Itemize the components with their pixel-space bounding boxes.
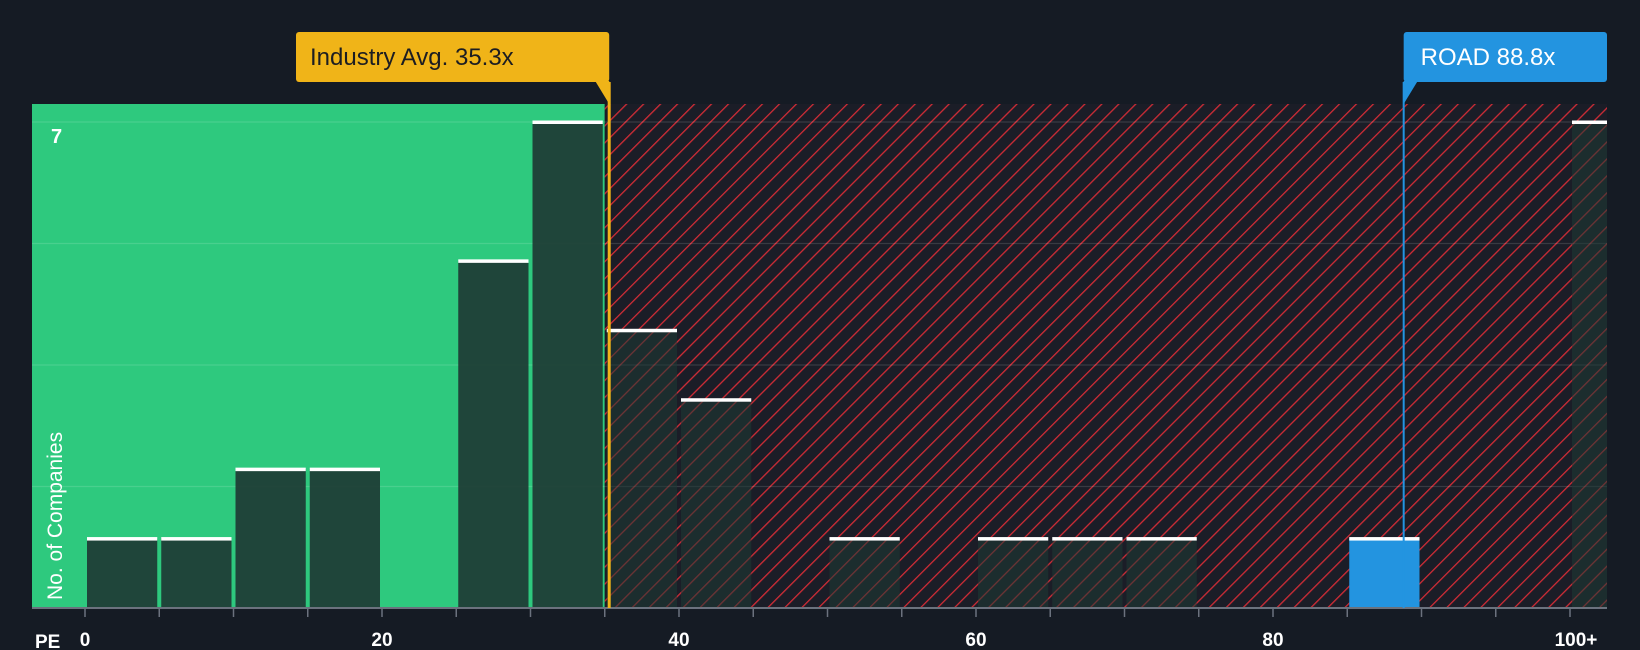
histogram-bar	[1349, 538, 1420, 608]
bar-cap	[309, 467, 380, 472]
histogram-bar	[978, 538, 1049, 608]
pe-distribution-chart: 7 0 20 40 60 80 100+ Industry Avg. 35.3x ROAD 8…	[32, 32, 1607, 650]
bar-cap	[606, 328, 677, 333]
bar-cap	[161, 537, 232, 541]
bar-cap	[1349, 537, 1420, 541]
x-tick-label: 0	[80, 630, 91, 650]
industry-avg-pointer	[595, 81, 610, 104]
x-tick-label: 20	[371, 630, 392, 650]
histogram-bar	[1052, 538, 1123, 608]
expensive-zone	[604, 104, 1607, 608]
bar-cap	[235, 467, 306, 472]
histogram-bar	[681, 399, 752, 608]
histogram-bar	[829, 538, 900, 608]
y-axis-label: No. of Companies	[44, 432, 67, 600]
bar-cap	[87, 537, 158, 541]
histogram-bar	[309, 469, 380, 608]
company-pe-pointer	[1403, 81, 1418, 104]
histogram-bar	[532, 122, 603, 608]
x-tick-label: 100+	[1555, 630, 1598, 650]
bar-cap	[1572, 120, 1607, 124]
bar-cap	[1052, 537, 1123, 541]
x-tick-label: 80	[1262, 630, 1283, 650]
x-tick-label: 40	[668, 630, 689, 650]
histogram-bar	[161, 538, 232, 608]
histogram-bar	[606, 330, 677, 608]
industry-avg-label: Industry Avg. 35.3x	[310, 44, 514, 71]
histogram-bar	[235, 469, 306, 608]
bar-cap	[532, 120, 603, 124]
company-pe-label: ROAD 88.8x	[1421, 44, 1556, 71]
bar-cap	[978, 537, 1049, 541]
bar-cap	[829, 537, 900, 541]
y-tick-label: 7	[51, 126, 62, 148]
histogram-bar	[87, 538, 158, 608]
x-axis-label: PE	[35, 632, 60, 650]
bar-cap	[458, 259, 529, 263]
bar-cap	[1126, 537, 1197, 541]
bar-cap	[681, 398, 752, 402]
histogram-bar	[1126, 538, 1197, 608]
x-tick-label: 60	[965, 630, 986, 650]
histogram-bar	[458, 260, 529, 608]
histogram-bar	[1572, 122, 1607, 608]
